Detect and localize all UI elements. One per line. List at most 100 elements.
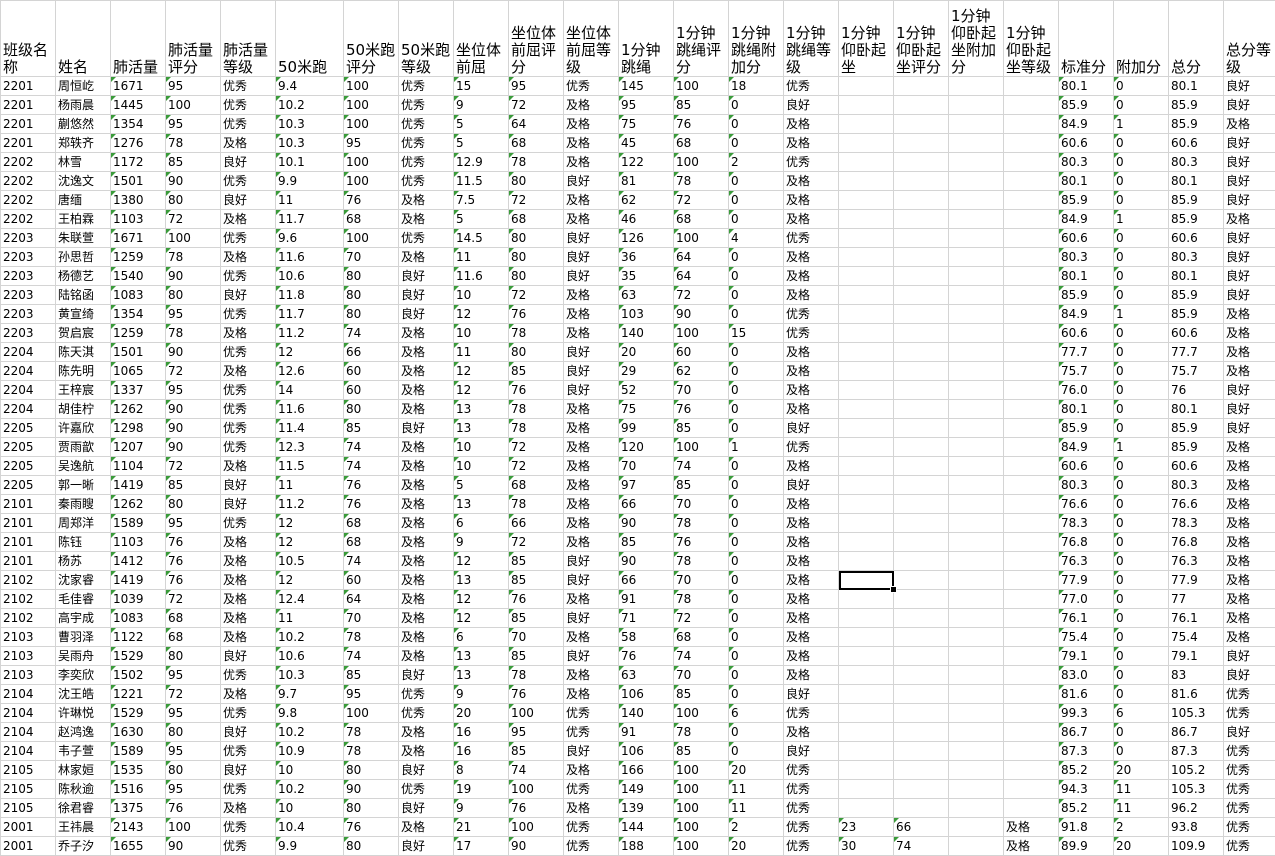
table-cell[interactable] <box>1004 96 1059 115</box>
table-cell[interactable]: 68 <box>509 476 564 495</box>
table-cell[interactable]: 74 <box>894 837 949 856</box>
table-cell[interactable]: 126 <box>619 229 674 248</box>
table-cell[interactable]: 66 <box>509 514 564 533</box>
table-cell[interactable]: 优秀 <box>564 780 619 799</box>
table-cell[interactable]: 166 <box>619 761 674 780</box>
table-cell[interactable] <box>949 799 1004 818</box>
table-cell[interactable] <box>1004 191 1059 210</box>
table-cell[interactable] <box>894 210 949 229</box>
table-cell[interactable]: 林家姮 <box>56 761 111 780</box>
table-cell[interactable] <box>894 438 949 457</box>
table-cell[interactable] <box>894 229 949 248</box>
table-cell[interactable] <box>894 305 949 324</box>
table-cell[interactable]: 68 <box>166 609 221 628</box>
table-cell[interactable]: 及格 <box>564 666 619 685</box>
table-cell[interactable]: 1671 <box>111 229 166 248</box>
table-cell[interactable]: 2 <box>729 153 784 172</box>
table-cell[interactable]: 6 <box>454 514 509 533</box>
table-cell[interactable] <box>949 761 1004 780</box>
table-cell[interactable]: 0 <box>729 533 784 552</box>
table-cell[interactable]: 85.9 <box>1169 191 1224 210</box>
table-cell[interactable] <box>839 229 894 248</box>
table-cell[interactable]: 优秀 <box>221 343 276 362</box>
table-cell[interactable] <box>894 514 949 533</box>
table-cell[interactable]: 1 <box>1114 305 1169 324</box>
table-cell[interactable]: 2201 <box>1 134 56 153</box>
table-cell[interactable] <box>894 799 949 818</box>
table-cell[interactable] <box>894 267 949 286</box>
table-cell[interactable]: 19 <box>454 780 509 799</box>
table-cell[interactable] <box>839 533 894 552</box>
table-cell[interactable] <box>1004 210 1059 229</box>
table-cell[interactable]: 1122 <box>111 628 166 647</box>
table-cell[interactable]: 王梓宸 <box>56 381 111 400</box>
table-cell[interactable]: 97 <box>619 476 674 495</box>
table-cell[interactable]: 陈先明 <box>56 362 111 381</box>
table-cell[interactable]: 11 <box>454 248 509 267</box>
table-cell[interactable]: 2101 <box>1 514 56 533</box>
table-cell[interactable]: 良好 <box>564 229 619 248</box>
table-cell[interactable]: 90 <box>344 780 399 799</box>
table-cell[interactable]: 85.9 <box>1169 305 1224 324</box>
table-cell[interactable]: 6 <box>1114 704 1169 723</box>
table-cell[interactable]: 78 <box>344 628 399 647</box>
table-cell[interactable] <box>1004 381 1059 400</box>
table-cell[interactable]: 10.5 <box>276 552 344 571</box>
table-cell[interactable]: 76 <box>674 400 729 419</box>
table-cell[interactable]: 优秀 <box>1224 742 1275 761</box>
table-cell[interactable]: 及格 <box>399 343 454 362</box>
table-cell[interactable] <box>1004 628 1059 647</box>
table-cell[interactable]: 0 <box>1114 153 1169 172</box>
table-cell[interactable]: 优秀 <box>564 837 619 856</box>
table-cell[interactable]: 良好 <box>1224 77 1275 96</box>
table-cell[interactable]: 优秀 <box>221 419 276 438</box>
table-cell[interactable]: 72 <box>509 96 564 115</box>
table-cell[interactable]: 0 <box>729 305 784 324</box>
table-cell[interactable]: 2205 <box>1 438 56 457</box>
table-cell[interactable]: 90 <box>166 419 221 438</box>
table-cell[interactable] <box>839 476 894 495</box>
table-cell[interactable]: 优秀 <box>221 267 276 286</box>
table-cell[interactable]: 良好 <box>784 685 839 704</box>
table-cell[interactable]: 1104 <box>111 457 166 476</box>
table-cell[interactable]: 良好 <box>1224 419 1275 438</box>
table-cell[interactable]: 优秀 <box>399 704 454 723</box>
table-cell[interactable]: 良好 <box>399 419 454 438</box>
table-cell[interactable]: 2105 <box>1 761 56 780</box>
table-cell[interactable]: 优秀 <box>221 742 276 761</box>
table-cell[interactable]: 105.2 <box>1169 761 1224 780</box>
table-cell[interactable] <box>894 457 949 476</box>
table-cell[interactable]: 及格 <box>1224 571 1275 590</box>
table-cell[interactable]: 优秀 <box>221 305 276 324</box>
table-cell[interactable] <box>839 666 894 685</box>
table-cell[interactable]: 11.4 <box>276 419 344 438</box>
table-cell[interactable] <box>1004 704 1059 723</box>
table-cell[interactable]: 及格 <box>564 495 619 514</box>
table-cell[interactable]: 78 <box>509 153 564 172</box>
table-cell[interactable]: 及格 <box>564 400 619 419</box>
table-cell[interactable]: 郭一晰 <box>56 476 111 495</box>
table-cell[interactable] <box>839 552 894 571</box>
table-cell[interactable]: 90 <box>166 343 221 362</box>
table-cell[interactable]: 72 <box>509 533 564 552</box>
table-cell[interactable]: 5 <box>454 210 509 229</box>
table-cell[interactable]: 良好 <box>1224 381 1275 400</box>
table-cell[interactable]: 95 <box>509 723 564 742</box>
table-cell[interactable]: 12.3 <box>276 438 344 457</box>
table-cell[interactable]: 优秀 <box>221 514 276 533</box>
table-cell[interactable]: 优秀 <box>221 77 276 96</box>
table-cell[interactable]: 75.7 <box>1059 362 1114 381</box>
table-cell[interactable]: 及格 <box>221 609 276 628</box>
table-cell[interactable]: 及格 <box>399 552 454 571</box>
table-cell[interactable]: 95 <box>166 666 221 685</box>
table-cell[interactable]: 0 <box>729 590 784 609</box>
table-cell[interactable]: 2102 <box>1 571 56 590</box>
table-cell[interactable]: 91.8 <box>1059 818 1114 837</box>
table-cell[interactable]: 0 <box>1114 324 1169 343</box>
table-cell[interactable]: 及格 <box>399 457 454 476</box>
table-cell[interactable]: 77.0 <box>1059 590 1114 609</box>
table-cell[interactable]: 11 <box>454 343 509 362</box>
table-cell[interactable]: 优秀 <box>221 780 276 799</box>
table-cell[interactable]: 80.3 <box>1059 476 1114 495</box>
table-cell[interactable]: 0 <box>729 457 784 476</box>
